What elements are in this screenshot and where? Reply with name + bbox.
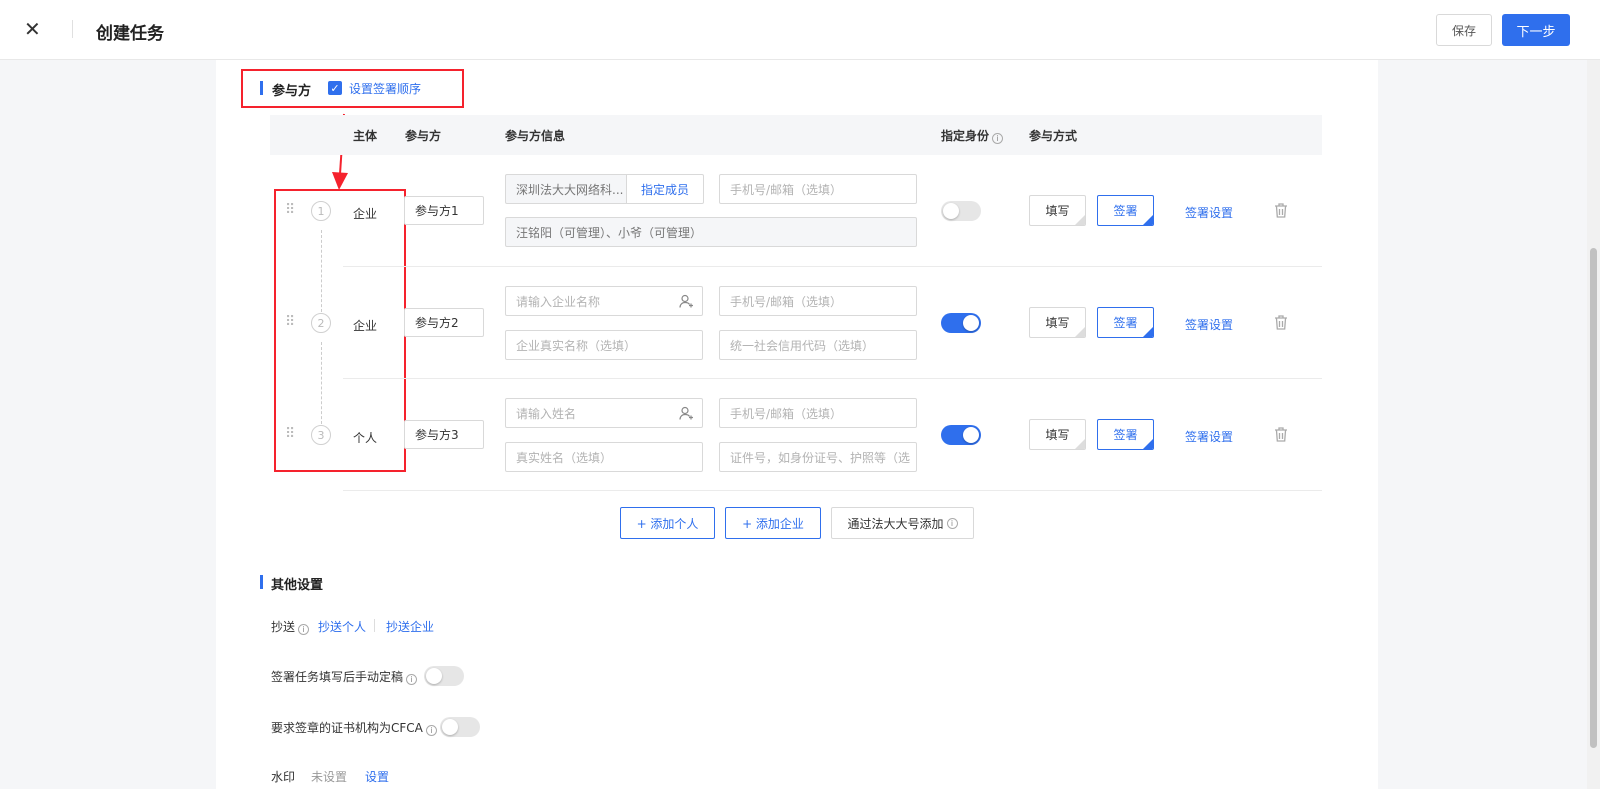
identity-toggle[interactable] (941, 425, 981, 445)
add-person-button[interactable]: + 添加个人 (620, 507, 715, 539)
identity-toggle[interactable] (941, 313, 981, 333)
watermark-status: 未设置 (311, 770, 348, 784)
id-number-input[interactable]: 证件号，如身份证号、护照等（选 (719, 442, 917, 472)
order-number: 2 (311, 313, 331, 333)
trash-icon[interactable] (1274, 203, 1288, 218)
info-icon[interactable]: i (298, 624, 310, 635)
section-marker (260, 575, 263, 589)
order-number: 1 (311, 201, 331, 221)
fill-mode-button[interactable]: 填写 (1029, 195, 1086, 226)
person-name-input[interactable]: 请输入姓名 (505, 398, 671, 428)
sign-settings-link[interactable]: 签署设置 (1185, 428, 1233, 445)
fill-mode-button[interactable]: 填写 (1029, 419, 1086, 450)
divider (374, 619, 375, 632)
party-name-input[interactable]: 参与方1 (404, 196, 484, 225)
contact-input[interactable]: 手机号/邮箱（选填） (719, 398, 917, 428)
row-divider (343, 490, 1322, 491)
cc-label: 抄送 i (271, 618, 310, 635)
order-connector (321, 342, 322, 424)
info-icon: i (946, 517, 958, 529)
cc-person-link[interactable]: 抄送个人 (318, 618, 366, 635)
contact-input[interactable]: 手机号/邮箱（选填） (719, 174, 917, 204)
identity-toggle[interactable] (941, 201, 981, 221)
real-name-input[interactable]: 真实姓名（选填） (505, 442, 703, 472)
col-subject: 主体 (353, 129, 378, 143)
real-name-input[interactable]: 企业真实名称（选填） (505, 330, 703, 360)
scrollbar-thumb[interactable] (1590, 248, 1597, 748)
sign-settings-link[interactable]: 签署设置 (1185, 204, 1233, 221)
drag-handle-icon[interactable]: ⠿ (285, 315, 295, 329)
drag-handle-icon[interactable]: ⠿ (285, 203, 295, 217)
watermark-set-link[interactable]: 设置 (365, 768, 389, 785)
company-field[interactable]: 深圳法大大网络科... (505, 174, 627, 204)
order-number: 3 (311, 425, 331, 445)
drag-handle-icon[interactable]: ⠿ (285, 427, 295, 441)
trash-icon[interactable] (1274, 427, 1288, 442)
add-by-fadada-button[interactable]: 通过法大大号添加 i (831, 507, 974, 539)
col-mode: 参与方式 (1029, 129, 1078, 143)
page-title: 创建任务 (96, 24, 164, 44)
cfca-toggle[interactable] (440, 717, 480, 737)
row-divider (343, 378, 1322, 379)
annotation-box-sign-order (241, 69, 464, 108)
cc-company-link[interactable]: 抄送企业 (386, 618, 434, 635)
divider (72, 20, 73, 38)
contact-input[interactable]: 手机号/邮箱（选填） (719, 286, 917, 316)
info-icon[interactable]: i (425, 725, 437, 736)
sign-settings-link[interactable]: 签署设置 (1185, 316, 1233, 333)
row-divider (343, 266, 1322, 267)
order-connector (321, 230, 322, 312)
sign-mode-button[interactable]: 签署 (1097, 195, 1154, 226)
cfca-label: 要求签章的证书机构为CFCA i (271, 719, 437, 736)
sign-mode-button[interactable]: 签署 (1097, 307, 1154, 338)
add-contact-icon[interactable] (670, 398, 703, 428)
col-info: 参与方信息 (505, 129, 566, 143)
party-name-input[interactable]: 参与方3 (404, 420, 484, 449)
fill-mode-button[interactable]: 填写 (1029, 307, 1086, 338)
subject-type: 个人 (353, 431, 378, 445)
close-icon[interactable]: ✕ (24, 18, 41, 40)
watermark-label: 水印 (271, 770, 296, 784)
company-name-input[interactable]: 请输入企业名称 (505, 286, 671, 316)
subject-type: 企业 (353, 319, 378, 333)
subject-type: 企业 (353, 207, 378, 221)
manual-finalize-toggle[interactable] (424, 666, 464, 686)
party-name-input[interactable]: 参与方2 (404, 308, 484, 337)
add-contact-icon[interactable] (670, 286, 703, 316)
members-field[interactable]: 汪铭阳（可管理）、小爷（可管理） (505, 217, 917, 247)
col-party: 参与方 (405, 129, 442, 143)
manual-finalize-label: 签署任务填写后手动定稿 i (271, 668, 418, 685)
col-identity: 指定身份 i (941, 127, 1004, 144)
other-settings-title: 其他设置 (271, 578, 324, 593)
info-icon[interactable]: i (992, 133, 1004, 144)
save-button[interactable]: 保存 (1436, 14, 1492, 46)
trash-icon[interactable] (1274, 315, 1288, 330)
sign-mode-button[interactable]: 签署 (1097, 419, 1154, 450)
assign-member-button[interactable]: 指定成员 (626, 174, 704, 204)
add-company-button[interactable]: + 添加企业 (725, 507, 821, 539)
credit-code-input[interactable]: 统一社会信用代码（选填） (719, 330, 917, 360)
top-bar: ✕ 创建任务 保存 下一步 (0, 0, 1600, 60)
info-icon[interactable]: i (406, 674, 418, 685)
next-step-button[interactable]: 下一步 (1502, 14, 1570, 46)
